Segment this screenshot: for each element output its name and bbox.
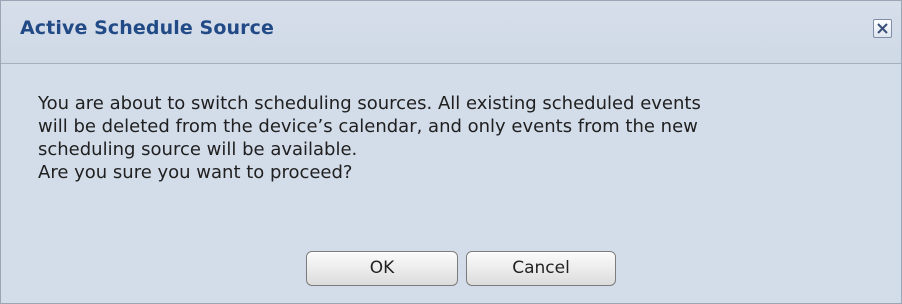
message-line: Are you sure you want to proceed? [38,162,353,183]
active-schedule-source-dialog: Active Schedule Source You are about to … [0,0,902,304]
dialog-message: You are about to switch scheduling sourc… [38,92,878,184]
cancel-button[interactable]: Cancel [466,251,616,286]
ok-button[interactable]: OK [306,251,458,286]
message-line: You are about to switch scheduling sourc… [38,93,701,114]
dialog-title: Active Schedule Source [20,17,274,39]
close-icon [877,23,888,34]
message-line: scheduling source will be available. [38,139,358,160]
close-button[interactable] [873,19,892,38]
message-line: will be deleted from the device’s calend… [38,116,698,137]
dialog-title-bar: Active Schedule Source [1,1,901,64]
